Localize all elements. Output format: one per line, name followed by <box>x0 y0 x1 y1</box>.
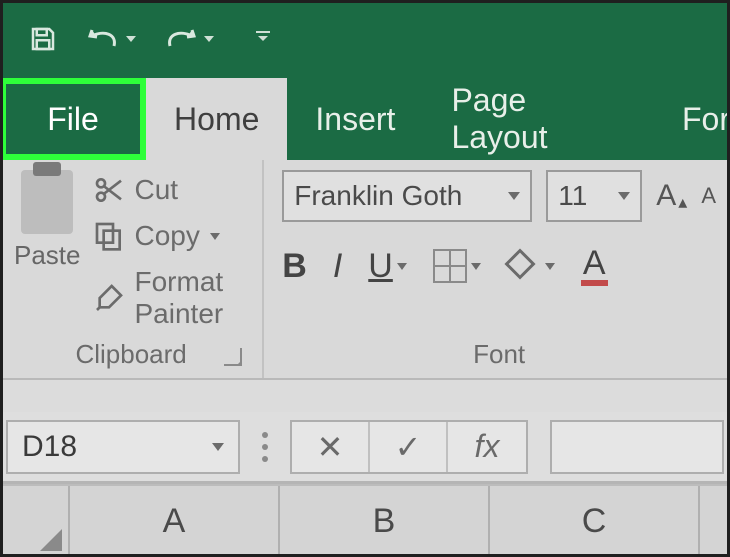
check-icon: ✓ <box>395 428 422 466</box>
copy-button[interactable]: Copy <box>93 220 249 252</box>
tab-home-label: Home <box>174 101 259 138</box>
tab-page-layout-label: Page Layout <box>451 82 626 156</box>
select-all-icon <box>40 529 62 551</box>
chevron-down-icon[interactable] <box>397 263 407 270</box>
paste-button[interactable]: Paste <box>14 170 81 339</box>
bucket-icon <box>507 251 541 281</box>
copy-icon <box>93 220 125 252</box>
undo-menu-caret[interactable] <box>126 36 136 42</box>
copy-label: Copy <box>135 220 200 252</box>
font-color-button[interactable]: A <box>581 246 608 286</box>
undo-button[interactable] <box>86 26 136 52</box>
paintbrush-icon <box>93 282 125 314</box>
fx-label: fx <box>475 428 500 465</box>
chevron-down-icon[interactable] <box>545 263 555 270</box>
font-name-value: Franklin Goth <box>294 180 462 212</box>
font-size-dropdown[interactable]: 11 <box>546 170 642 222</box>
x-icon: ✕ <box>317 428 344 466</box>
save-icon[interactable] <box>28 24 58 54</box>
paste-label: Paste <box>14 240 81 271</box>
name-box[interactable]: D18 <box>6 420 240 474</box>
formula-controls: ✕ ✓ fx <box>290 420 528 474</box>
tab-formulas[interactable]: For <box>654 78 730 160</box>
column-header-b[interactable]: B <box>280 486 490 557</box>
formula-input[interactable] <box>550 420 724 474</box>
name-box-value: D18 <box>22 430 77 464</box>
chevron-down-icon[interactable] <box>212 443 224 451</box>
group-font: Franklin Goth 11 A ▴ A B I U <box>264 160 730 378</box>
redo-menu-caret[interactable] <box>204 36 214 42</box>
copy-menu-caret[interactable] <box>210 233 220 240</box>
column-header-a[interactable]: A <box>70 486 280 557</box>
italic-button[interactable]: I <box>333 247 342 286</box>
fill-color-button[interactable] <box>507 251 555 281</box>
column-headers: A B C <box>0 484 730 557</box>
column-header-c[interactable]: C <box>490 486 700 557</box>
format-painter-label: Format Painter <box>135 266 249 330</box>
format-painter-button[interactable]: Format Painter <box>93 266 249 330</box>
tab-insert[interactable]: Insert <box>287 78 423 160</box>
chevron-down-icon <box>508 192 520 200</box>
font-size-value: 11 <box>558 180 587 212</box>
tab-formulas-label: For <box>682 101 730 138</box>
chevron-down-icon[interactable] <box>471 263 481 270</box>
quick-access-toolbar <box>0 0 730 78</box>
tab-home[interactable]: Home <box>146 78 287 160</box>
select-all-corner[interactable] <box>0 486 70 557</box>
chevron-down-icon <box>618 192 630 200</box>
paste-icon <box>21 170 73 234</box>
tab-file-label: File <box>47 101 99 138</box>
tab-page-layout[interactable]: Page Layout <box>423 78 654 160</box>
ribbon: Paste Cut Copy Format Painter Clipb <box>0 160 730 380</box>
tab-insert-label: Insert <box>315 101 395 138</box>
decrease-font-button[interactable]: A <box>701 183 716 209</box>
enter-formula-button[interactable]: ✓ <box>370 422 448 472</box>
grip-handle[interactable] <box>262 432 268 462</box>
customize-qat-icon[interactable] <box>254 28 272 51</box>
spacer <box>0 380 730 412</box>
cut-label: Cut <box>135 174 179 206</box>
cancel-formula-button[interactable]: ✕ <box>292 422 370 472</box>
group-clipboard-label: Clipboard <box>14 339 248 372</box>
ribbon-tabs: File Home Insert Page Layout For <box>0 78 730 160</box>
font-name-dropdown[interactable]: Franklin Goth <box>282 170 532 222</box>
border-button[interactable] <box>433 249 481 283</box>
clipboard-launcher-icon[interactable] <box>224 348 242 366</box>
insert-function-button[interactable]: fx <box>448 422 526 472</box>
scissors-icon <box>93 174 125 206</box>
formula-bar: D18 ✕ ✓ fx <box>0 412 730 484</box>
cut-button[interactable]: Cut <box>93 174 249 206</box>
increase-font-button[interactable]: A ▴ <box>656 179 687 213</box>
group-font-label: Font <box>282 339 716 372</box>
border-icon <box>433 249 467 283</box>
group-clipboard: Paste Cut Copy Format Painter Clipb <box>0 160 264 378</box>
bold-button[interactable]: B <box>282 247 307 286</box>
underline-button[interactable]: U <box>368 247 407 286</box>
redo-button[interactable] <box>164 26 214 52</box>
tab-file[interactable]: File <box>0 78 146 160</box>
